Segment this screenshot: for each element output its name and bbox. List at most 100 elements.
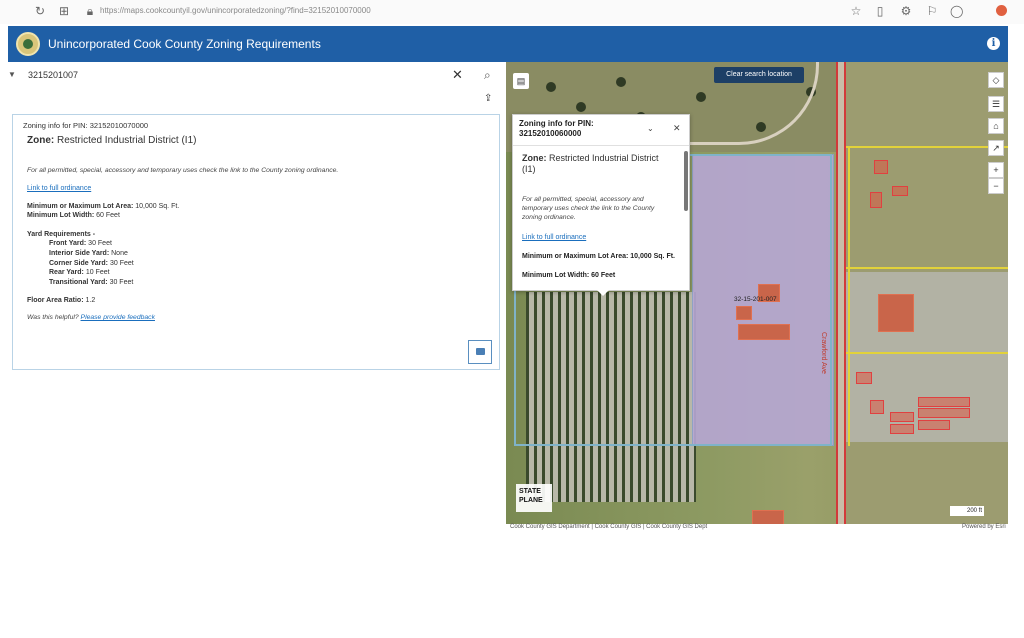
parcel-label: 32-15-201-007 [734,296,777,303]
floor-area-ratio: Floor Area Ratio: 1.2 [27,297,95,304]
app-title: Unincorporated Cook County Zoning Requir… [48,37,321,51]
extensions-icon[interactable]: ⚙ [900,5,912,17]
collapse-icon[interactable]: ⌄ [647,124,654,133]
search-input[interactable]: 3215201007 [28,70,78,80]
helpful-text: Was this helpful? [27,314,79,321]
min-lot-width-label: Minimum Lot Width: [27,212,95,219]
legend-icon[interactable]: ☰ [988,96,1004,112]
popup-scrollbar[interactable] [684,151,688,211]
search-icon[interactable]: ⌕ [484,68,491,83]
yard-row: Rear Yard: 10 Feet [49,269,110,276]
yard-label: Corner Side Yard: [49,260,109,267]
clear-search-button[interactable]: Clear search location [714,67,804,83]
yard-row: Transitional Yard: 30 Feet [49,279,133,286]
map-building [918,408,970,418]
avatar[interactable] [996,5,1007,16]
info-icon[interactable]: i [987,37,1000,50]
map-building [918,420,950,430]
feedback-prompt: Was this helpful? Please provide feedbac… [27,314,155,321]
min-lot-area: Minimum or Maximum Lot Area: 10,000 Sq. … [27,203,179,210]
yard-heading: Yard Requirements - [27,231,95,238]
yard-value: 30 Feet [109,260,134,267]
map-building [874,160,888,174]
popup-min-lot-area: Minimum or Maximum Lot Area: 10,000 Sq. … [522,253,675,260]
caret-down-icon[interactable]: ▼ [8,70,16,79]
yard-label: Interior Side Yard: [49,250,110,257]
map-main-road [836,62,846,524]
compass-icon[interactable]: ◇ [988,72,1004,88]
clear-icon[interactable]: ✕ [452,67,463,83]
min-lot-width-value: 60 Feet [96,212,120,219]
map-building [878,294,914,332]
app-header: Unincorporated Cook County Zoning Requir… [8,26,1008,62]
yard-row: Front Yard: 30 Feet [49,240,112,247]
state-plane-label: STATE PLANE [516,484,552,512]
yard-value: 30 Feet [88,240,112,247]
yard-value: None [111,250,128,257]
county-seal-logo [16,32,40,56]
tab-grid-icon[interactable]: ⊞ [58,5,70,17]
popup-note: For all permitted, special, accessory an… [522,196,655,221]
zone-line: Zone: Restricted Industrial District (I1… [27,135,196,146]
reload-icon[interactable]: ↻ [34,5,46,17]
map-building [890,412,914,422]
zoning-boundary [846,352,1008,354]
zoning-info-card: Zoning info for PIN: 32152010070000 Zone… [12,114,500,370]
zoom-out-icon[interactable]: − [988,178,1004,194]
home-icon[interactable]: ⌂ [988,118,1004,134]
min-lot-area-value: 10,000 Sq. Ft. [135,203,180,210]
powered-by[interactable]: Powered by Esri [962,524,1006,530]
star-icon[interactable]: ☆ [850,5,862,17]
popup-body: Zone: Restricted Industrial District (I1… [513,147,685,290]
min-lot-width: Minimum Lot Width: 60 Feet [27,212,120,219]
map-building [856,372,872,384]
yard-value: 30 Feet [109,279,134,286]
lock-icon: 🔒︎ [86,4,94,18]
profile-icon[interactable]: ◯ [950,5,963,17]
map-tree [616,77,626,87]
share-icon[interactable]: ↗ [988,140,1004,156]
map-tree [576,102,586,112]
popup-min-lot-width: Minimum Lot Width: 60 Feet [522,272,616,279]
zoning-boundary [848,146,850,446]
basemap-icon[interactable]: ▤ [513,73,529,89]
min-lot-area-label: Minimum or Maximum Lot Area: [27,203,134,210]
feedback-button[interactable] [468,340,492,364]
zoom-in-icon[interactable]: + [988,162,1004,178]
popup-title: Zoning info for PIN: 32152010060000 [519,119,594,139]
ordinance-note: For all permitted, special, accessory an… [27,167,339,174]
zone-label: Zone: [27,135,55,146]
map-attribution: Cook County GIS Department | Cook County… [510,524,708,530]
yard-row: Interior Side Yard: None [49,250,128,257]
far-label: Floor Area Ratio: [27,297,84,304]
close-icon[interactable]: ✕ [673,123,681,134]
feedback-link[interactable]: Please provide feedback [81,314,155,321]
pin-label: Zoning info for PIN: 32152010070000 [23,121,149,130]
browser-toolbar: ↻ ⊞ 🔒︎ https://maps.cookcountyil.gov/uni… [0,0,1024,24]
popup-zone-label: Zone: [522,153,547,163]
zone-value: Restricted Industrial District (I1) [57,135,197,146]
popup-divider [513,145,689,146]
map-building [870,192,882,208]
map-building [752,510,784,524]
search-bar: ▼ 3215201007 ✕ ⌕ [8,66,504,86]
zoning-boundary [846,146,1008,148]
map-building [738,324,790,340]
export-icon[interactable]: ⇪ [484,93,492,104]
map-popup: Zoning info for PIN: 32152010060000 ⌄ ✕ … [512,114,690,296]
map-building [736,306,752,320]
ordinance-link[interactable]: Link to full ordinance [27,185,91,192]
reading-icon[interactable]: ▯ [874,5,886,17]
yard-row: Corner Side Yard: 30 Feet [49,260,134,267]
favorites-icon[interactable]: ⚐ [926,5,938,17]
yard-label: Rear Yard: [49,269,84,276]
popup-title-pin: 32152010060000 [519,129,582,138]
map-building [890,424,914,434]
address-bar[interactable]: https://maps.cookcountyil.gov/unincorpor… [100,6,371,15]
yard-label: Transitional Yard: [49,279,108,286]
yard-label: Front Yard: [49,240,87,247]
popup-title-line: Zoning info for PIN: [519,119,594,128]
scale-bar: 200 ft [950,506,984,516]
popup-ordinance-link[interactable]: Link to full ordinance [522,234,586,241]
road-label: Crawford Ave [820,332,827,374]
